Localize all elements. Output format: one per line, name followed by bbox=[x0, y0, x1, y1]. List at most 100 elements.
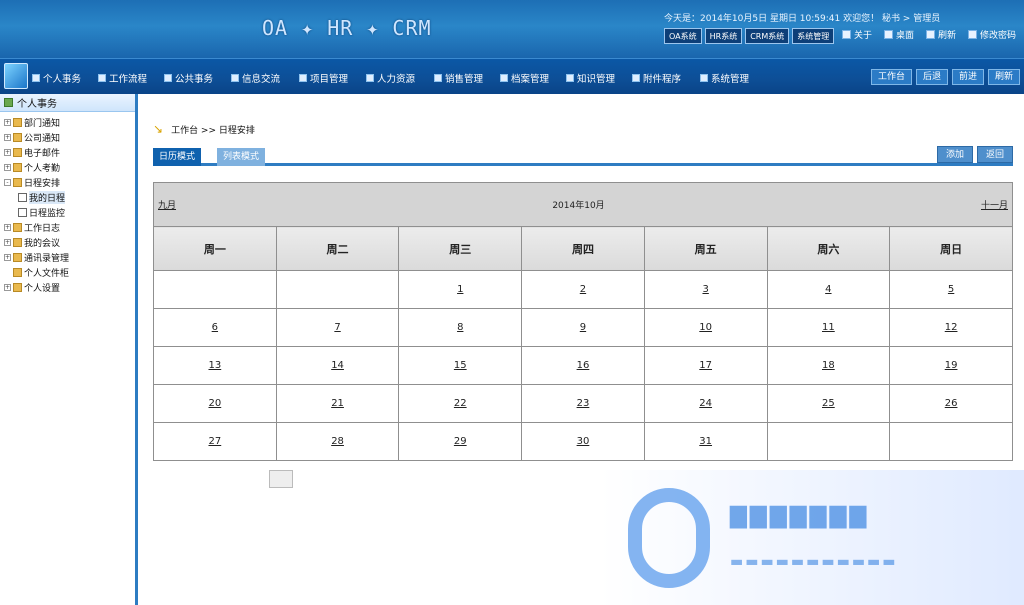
nav-sales[interactable]: 销售管理 bbox=[434, 71, 483, 85]
day-cell: 18 bbox=[766, 346, 891, 385]
day-link[interactable]: 18 bbox=[822, 360, 835, 371]
day-link[interactable]: 25 bbox=[822, 398, 835, 409]
day-link[interactable]: 21 bbox=[331, 398, 344, 409]
day-link[interactable]: 6 bbox=[212, 322, 218, 333]
day-link[interactable]: 29 bbox=[454, 436, 467, 447]
day-cell bbox=[889, 422, 1013, 461]
prev-month-link[interactable]: 九月 bbox=[154, 198, 176, 211]
day-link[interactable]: 22 bbox=[454, 398, 467, 409]
day-link[interactable]: 4 bbox=[825, 284, 831, 295]
desktop-link[interactable]: 桌面 bbox=[883, 28, 914, 41]
change-password-link[interactable]: 修改密码 bbox=[967, 28, 1016, 41]
scroll-handle[interactable] bbox=[269, 470, 293, 488]
day-link[interactable]: 2 bbox=[580, 284, 586, 295]
nav-info-exchange[interactable]: 信息交流 bbox=[231, 71, 280, 85]
day-link[interactable]: 28 bbox=[331, 436, 344, 447]
system-hr-button[interactable]: HR系统 bbox=[704, 28, 743, 44]
workbench-button[interactable]: 工作台 bbox=[870, 69, 912, 85]
day-link[interactable]: 30 bbox=[577, 436, 590, 447]
day-link[interactable]: 5 bbox=[948, 284, 954, 295]
day-link[interactable]: 8 bbox=[457, 322, 463, 333]
day-link[interactable]: 7 bbox=[334, 322, 340, 333]
day-link[interactable]: 19 bbox=[945, 360, 958, 371]
sidebar-item-settings[interactable]: + 个人设置 bbox=[4, 280, 135, 295]
day-cell: 21 bbox=[275, 384, 400, 423]
day-link[interactable]: 15 bbox=[454, 360, 467, 371]
back-button[interactable]: 后退 bbox=[915, 69, 948, 85]
system-oa-button[interactable]: OA系统 bbox=[664, 28, 702, 44]
tab-list-mode[interactable]: 列表模式 bbox=[217, 148, 266, 166]
expand-icon[interactable]: + bbox=[4, 149, 11, 156]
sidebar-item-email[interactable]: + 电子邮件 bbox=[4, 145, 135, 160]
sidebar-item-contacts[interactable]: + 通讯录管理 bbox=[4, 250, 135, 265]
day-link[interactable]: 9 bbox=[580, 322, 586, 333]
day-link[interactable]: 16 bbox=[577, 360, 590, 371]
expand-icon[interactable]: + bbox=[4, 119, 11, 126]
day-link[interactable]: 14 bbox=[331, 360, 344, 371]
day-link[interactable]: 1 bbox=[457, 284, 463, 295]
sidebar-item-my-schedule[interactable]: 我的日程 bbox=[4, 190, 135, 205]
day-link[interactable]: 12 bbox=[945, 322, 958, 333]
day-link[interactable]: 20 bbox=[208, 398, 221, 409]
next-month-link[interactable]: 十一月 bbox=[981, 198, 1012, 211]
nav-plugins[interactable]: 附件程序 bbox=[632, 71, 681, 85]
week-row: 20 21 22 23 24 25 26 bbox=[153, 384, 1013, 423]
sidebar-item-schedule[interactable]: - 日程安排 bbox=[4, 175, 135, 190]
nav-hr[interactable]: 人力资源 bbox=[366, 71, 415, 85]
day-link[interactable]: 31 bbox=[699, 436, 712, 447]
about-link[interactable]: 关于 bbox=[841, 28, 872, 41]
sidebar-item-dept-notice[interactable]: + 部门通知 bbox=[4, 115, 135, 130]
add-button[interactable]: 添加 bbox=[936, 146, 973, 163]
notice-icon bbox=[13, 118, 22, 127]
expand-icon[interactable]: + bbox=[4, 224, 11, 231]
day-link[interactable]: 17 bbox=[699, 360, 712, 371]
sidebar-item-company-notice[interactable]: + 公司通知 bbox=[4, 130, 135, 145]
nav-personal[interactable]: 个人事务 bbox=[32, 71, 81, 85]
nav-archive[interactable]: 档案管理 bbox=[500, 71, 549, 85]
sidebar-item-meetings[interactable]: + 我的会议 bbox=[4, 235, 135, 250]
tab-calendar-mode[interactable]: 日历模式 bbox=[153, 148, 202, 166]
forward-button[interactable]: 前进 bbox=[951, 69, 984, 85]
day-cell: 27 bbox=[153, 422, 277, 461]
day-link[interactable]: 24 bbox=[699, 398, 712, 409]
day-cell: 2 bbox=[521, 270, 645, 309]
sidebar-item-schedule-monitor[interactable]: 日程监控 bbox=[4, 205, 135, 220]
system-crm-button[interactable]: CRM系统 bbox=[745, 28, 790, 44]
sidebar-item-file-cabinet[interactable]: +个人文件柜 bbox=[4, 265, 135, 280]
expand-icon[interactable]: + bbox=[4, 134, 11, 141]
return-button[interactable]: 返回 bbox=[976, 146, 1013, 163]
day-link[interactable]: 10 bbox=[699, 322, 712, 333]
desktop-icon bbox=[883, 30, 893, 39]
nav-project[interactable]: 项目管理 bbox=[299, 71, 348, 85]
expand-icon[interactable]: + bbox=[4, 239, 11, 246]
plugin-icon bbox=[632, 74, 640, 82]
day-link[interactable]: 11 bbox=[822, 322, 835, 333]
contacts-icon bbox=[13, 253, 22, 262]
day-cell: 8 bbox=[398, 308, 523, 347]
reload-button[interactable]: 刷新 bbox=[987, 69, 1020, 85]
nav-knowledge[interactable]: 知识管理 bbox=[566, 71, 615, 85]
sidebar-item-attendance[interactable]: + 个人考勤 bbox=[4, 160, 135, 175]
nav-workflow[interactable]: 工作流程 bbox=[98, 71, 147, 85]
day-link[interactable]: 13 bbox=[208, 360, 221, 371]
system-admin-button[interactable]: 系统管理 bbox=[792, 28, 835, 44]
expand-icon[interactable]: + bbox=[4, 164, 11, 171]
refresh-link[interactable]: 刷新 bbox=[925, 28, 956, 41]
day-link[interactable]: 3 bbox=[702, 284, 708, 295]
expand-icon[interactable]: + bbox=[4, 254, 11, 261]
main-nav: 个人事务 工作流程 公共事务 信息交流 项目管理 人力资源 销售管理 档案管理 … bbox=[0, 58, 1024, 94]
nav-public[interactable]: 公共事务 bbox=[164, 71, 213, 85]
watermark-logo: ▇▇▇▇▇▇▇ ▬▬▬▬▬▬▬▬▬▬▬ bbox=[600, 470, 1024, 605]
day-link[interactable]: 26 bbox=[945, 398, 958, 409]
nav-system[interactable]: 系统管理 bbox=[700, 71, 749, 85]
sidebar-title[interactable]: 个人事务 bbox=[0, 94, 135, 112]
page-icon bbox=[18, 193, 27, 202]
day-link[interactable]: 27 bbox=[208, 436, 221, 447]
day-link[interactable]: 23 bbox=[577, 398, 590, 409]
sidebar-item-work-log[interactable]: + 工作日志 bbox=[4, 220, 135, 235]
collapse-icon[interactable]: - bbox=[4, 179, 11, 186]
weekday-header: 周五 bbox=[643, 226, 768, 271]
page-icon bbox=[18, 208, 27, 217]
expand-icon[interactable]: + bbox=[4, 284, 11, 291]
info-icon bbox=[841, 30, 851, 39]
